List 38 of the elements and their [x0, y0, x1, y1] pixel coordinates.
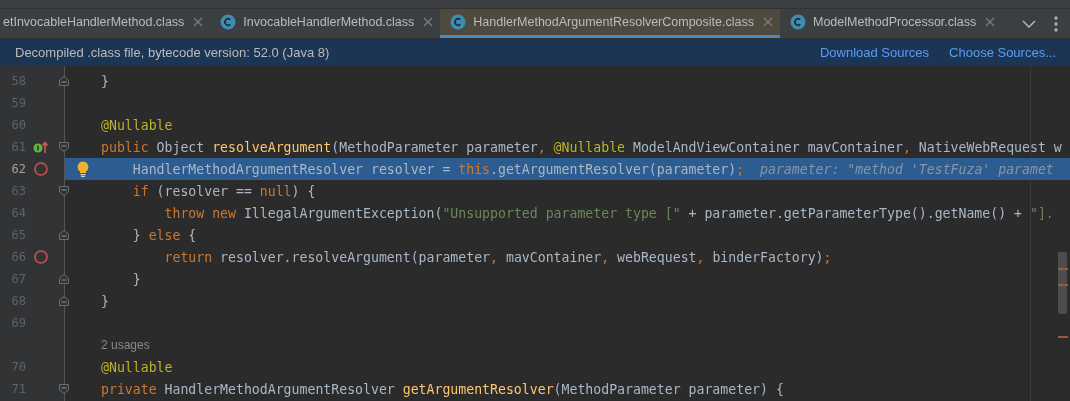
code-line: return resolver.resolveArgument(parameter, mavContainer, webRequest, binderFactory);: [163, 249, 832, 265]
code-line: }: [101, 73, 109, 89]
fold-icon[interactable]: [58, 75, 70, 87]
usages-hint[interactable]: 2 usages: [101, 338, 150, 352]
code-line: private HandlerMethodArgumentResolver getArgumentResolver(MethodParameter parameter) {: [101, 381, 784, 397]
chevron-down-icon[interactable]: [1022, 19, 1036, 28]
editor-tab[interactable]: ModelMethodProcessor.class: [780, 9, 1003, 38]
banner-link[interactable]: Download Sources: [819, 45, 930, 60]
circle-arrow-icon[interactable]: [33, 140, 49, 154]
fold-icon[interactable]: [58, 229, 70, 241]
more-icon[interactable]: [1054, 15, 1058, 32]
lightbulb-icon[interactable]: [77, 161, 89, 177]
close-icon[interactable]: [423, 17, 434, 27]
fold-icon[interactable]: [58, 141, 70, 153]
breakpoint-icon[interactable]: [34, 162, 48, 176]
editor-tab[interactable]: etInvocableHandlerMethod.class: [0, 9, 211, 38]
code-line: public Object resolveArgument(MethodParameter parameter, @Nullable ModelAndViewContainer mavContainer, NativeWebRequest w: [101, 139, 1062, 155]
close-icon[interactable]: [193, 17, 204, 27]
code-line: throw new IllegalArgumentException("Unsupported parameter type [" + parameter.getParameterType().getName() + "].: [163, 205, 1054, 221]
code-line: @Nullable: [101, 359, 173, 375]
fold-icon[interactable]: [58, 273, 70, 285]
code-line: @Nullable: [101, 117, 173, 133]
decompiled-notice: Decompiled .class file, bytecode version: 52.0 (Java 8): [15, 45, 330, 60]
line-number: 62: [11, 162, 26, 176]
code-line: HandlerMethodArgumentResolver resolver = this.getArgumentResolver(parameter); parameter: "method 'TestFuza' paramet: [131, 161, 1054, 177]
code-line: }: [131, 271, 141, 287]
editor-tab[interactable]: InvocableHandlerMethod.class: [210, 9, 441, 38]
code-line: } else {: [131, 227, 197, 243]
close-icon[interactable]: [985, 17, 996, 27]
banner-link[interactable]: Choose Sources...: [949, 45, 1056, 60]
code-line: }: [101, 293, 109, 309]
fold-icon[interactable]: [58, 383, 70, 395]
fold-icon[interactable]: [58, 185, 70, 197]
editor-tab[interactable]: HandlerMethodArgumentResolverComposite.class: [440, 9, 780, 38]
fold-icon[interactable]: [58, 295, 70, 307]
close-icon[interactable]: [763, 17, 773, 27]
breakpoint-icon[interactable]: [34, 250, 48, 264]
code-line: if (resolver == null) {: [131, 183, 316, 199]
